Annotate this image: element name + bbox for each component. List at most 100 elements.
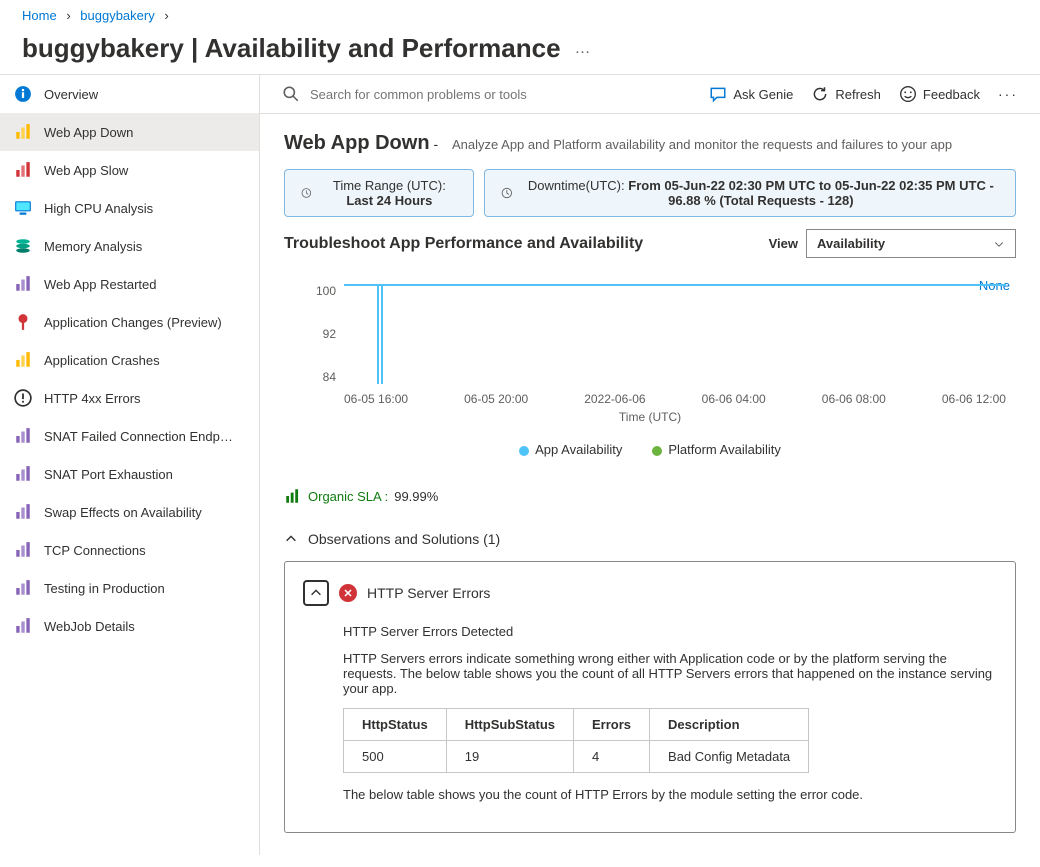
toolbar-more-button[interactable]: ··· <box>998 86 1018 102</box>
breadcrumb: Home › buggybakery › <box>22 8 1018 23</box>
toolbar: Ask Genie Refresh Feedback ··· <box>260 75 1040 114</box>
errors-table: HttpStatusHttpSubStatusErrorsDescription… <box>343 708 809 773</box>
view-select-value: Availability <box>817 236 885 251</box>
feedback-label: Feedback <box>923 87 980 102</box>
table-header: HttpSubStatus <box>446 709 573 741</box>
view-select[interactable]: Availability <box>806 229 1016 258</box>
table-header: HttpStatus <box>344 709 447 741</box>
sidebar-item-application-crashes[interactable]: Application Crashes <box>0 341 259 379</box>
table-header: Description <box>650 709 809 741</box>
sidebar-item-web-app-slow[interactable]: Web App Slow <box>0 151 259 189</box>
breadcrumb-home[interactable]: Home <box>22 8 57 23</box>
bars-p-icon <box>14 579 32 597</box>
observation-card: HTTP Server Errors HTTP Server Errors De… <box>284 561 1016 833</box>
sidebar-item-label: HTTP 4xx Errors <box>44 391 141 406</box>
observation-footer-text: The below table shows you the count of H… <box>343 787 997 802</box>
bars-y-icon <box>14 123 32 141</box>
observation-subtitle: HTTP Server Errors Detected <box>343 624 997 639</box>
sidebar-item-label: WebJob Details <box>44 619 135 634</box>
feedback-button[interactable]: Feedback <box>899 85 980 103</box>
sidebar-item-testing-in-production[interactable]: Testing in Production <box>0 569 259 607</box>
sidebar-item-swap-effects-on-availability[interactable]: Swap Effects on Availability <box>0 493 259 531</box>
sidebar-item-http-4xx-errors[interactable]: HTTP 4xx Errors <box>0 379 259 417</box>
sidebar-item-snat-failed-connection-endp-[interactable]: SNAT Failed Connection Endp… <box>0 417 259 455</box>
sidebar-item-label: Application Changes (Preview) <box>44 315 222 330</box>
troubleshoot-heading: Troubleshoot App Performance and Availab… <box>284 235 643 253</box>
sidebar-item-label: Memory Analysis <box>44 239 142 254</box>
sidebar-item-label: Swap Effects on Availability <box>44 505 202 520</box>
sla-value: 99.99% <box>394 489 438 504</box>
smile-icon <box>899 85 917 103</box>
timerange-label: Time Range (UTC): <box>333 178 446 193</box>
chart-y-axis: 100 92 84 <box>284 284 336 384</box>
sidebar-item-snat-port-exhaustion[interactable]: SNAT Port Exhaustion <box>0 455 259 493</box>
ask-genie-button[interactable]: Ask Genie <box>709 85 793 103</box>
stack-icon <box>14 237 32 255</box>
bars-p-icon <box>14 503 32 521</box>
warn-icon <box>14 389 32 407</box>
bars-p-icon <box>14 275 32 293</box>
sidebar-item-web-app-down[interactable]: Web App Down <box>0 113 259 151</box>
sidebar-item-label: SNAT Port Exhaustion <box>44 467 173 482</box>
chevron-up-icon <box>309 586 323 600</box>
legend-item: Platform Availability <box>652 442 780 457</box>
bars-p-icon <box>14 617 32 635</box>
sidebar-item-tcp-connections[interactable]: TCP Connections <box>0 531 259 569</box>
section-subtitle: Analyze App and Platform availability an… <box>452 137 952 152</box>
table-row: 500194Bad Config Metadata <box>344 741 809 773</box>
sidebar-item-webjob-details[interactable]: WebJob Details <box>0 607 259 645</box>
bars-r-icon <box>14 161 32 179</box>
breadcrumb-sep-icon: › <box>158 8 174 23</box>
ask-genie-label: Ask Genie <box>733 87 793 102</box>
search-input[interactable] <box>308 86 709 103</box>
breadcrumb-sep-icon: › <box>60 8 76 23</box>
sidebar-item-label: TCP Connections <box>44 543 146 558</box>
breadcrumb-app[interactable]: buggybakery <box>80 8 154 23</box>
chat-icon <box>709 85 727 103</box>
sidebar-item-label: Testing in Production <box>44 581 165 596</box>
sidebar-item-application-changes-preview-[interactable]: Application Changes (Preview) <box>0 303 259 341</box>
sla-label: Organic SLA : <box>308 489 388 504</box>
info-icon <box>14 85 32 103</box>
clock-icon <box>301 185 312 201</box>
downtime-pill[interactable]: Downtime(UTC): From 05-Jun-22 02:30 PM U… <box>484 169 1016 217</box>
timerange-pill[interactable]: Time Range (UTC): Last 24 Hours <box>284 169 474 217</box>
sidebar-item-overview[interactable]: Overview <box>0 75 259 113</box>
bars-p-icon <box>14 465 32 483</box>
sidebar-item-web-app-restarted[interactable]: Web App Restarted <box>0 265 259 303</box>
main-panel: Ask Genie Refresh Feedback ··· Web App D… <box>260 75 1040 855</box>
observations-header[interactable]: Observations and Solutions (1) <box>284 521 1016 557</box>
sidebar-item-label: High CPU Analysis <box>44 201 153 216</box>
availability-dip <box>377 284 383 384</box>
monitor-icon <box>14 199 32 217</box>
page-title: buggybakery | Availability and Performan… <box>22 33 561 64</box>
view-label: View <box>769 236 798 251</box>
sidebar-item-high-cpu-analysis[interactable]: High CPU Analysis <box>0 189 259 227</box>
observation-text: HTTP Servers errors indicate something w… <box>343 651 997 696</box>
observations-title: Observations and Solutions (1) <box>308 531 500 547</box>
section-title: Web App Down <box>284 132 430 154</box>
downtime-value: From 05-Jun-22 02:30 PM UTC to 05-Jun-22… <box>628 178 994 208</box>
sidebar-item-memory-analysis[interactable]: Memory Analysis <box>0 227 259 265</box>
refresh-button[interactable]: Refresh <box>811 85 881 103</box>
sidebar-item-label: Application Crashes <box>44 353 160 368</box>
timerange-value: Last 24 Hours <box>346 193 432 208</box>
sidebar-item-label: Web App Restarted <box>44 277 157 292</box>
observation-toggle[interactable] <box>303 580 329 606</box>
observation-title: HTTP Server Errors <box>367 585 490 601</box>
sidebar: Overview Web App Down Web App Slow High CPU… <box>0 75 260 855</box>
refresh-label: Refresh <box>835 87 881 102</box>
chevron-up-icon <box>284 532 298 546</box>
error-icon <box>339 584 357 602</box>
chart-x-axis: 06-05 16:0006-05 20:002022-06-0606-06 04… <box>344 392 1006 406</box>
app-line <box>344 284 1006 286</box>
bars-p-icon <box>14 541 32 559</box>
sidebar-item-label: Web App Slow <box>44 163 128 178</box>
pin-icon <box>14 313 32 331</box>
sidebar-item-label: SNAT Failed Connection Endp… <box>44 429 233 444</box>
availability-chart: None 100 92 84 06-05 16:0006-05 20:00202… <box>284 272 1016 432</box>
sidebar-item-label: Overview <box>44 87 98 102</box>
bars-y-icon <box>14 351 32 369</box>
refresh-icon <box>811 85 829 103</box>
title-more-button[interactable]: … <box>575 40 593 58</box>
